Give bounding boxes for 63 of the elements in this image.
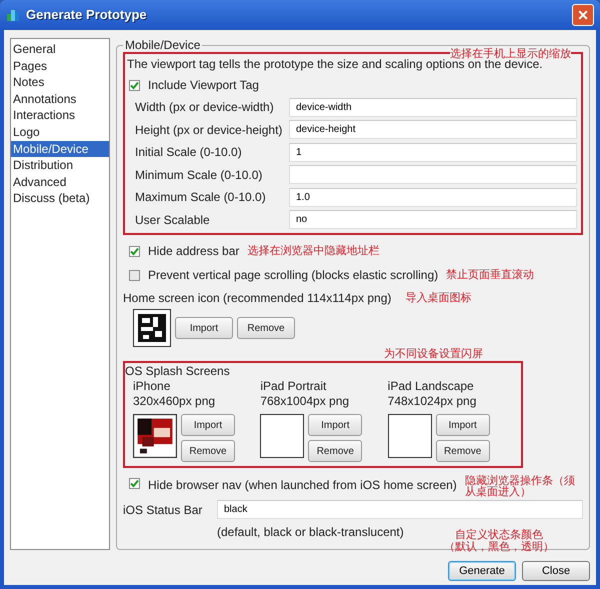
- sidebar-item[interactable]: Annotations: [11, 90, 109, 108]
- close-button[interactable]: ×: [572, 4, 594, 26]
- size-text: 768x1004px png: [260, 394, 350, 409]
- input-field[interactable]: 1: [289, 142, 577, 162]
- sidebar-item[interactable]: Interactions: [11, 107, 109, 124]
- input-field[interactable]: device-height: [289, 120, 577, 140]
- checkbox-label: Prevent vertical page scrolling (blocks elastic scrolling): [148, 267, 438, 284]
- checkbox-label: Hide address bar: [148, 243, 240, 260]
- import-button[interactable]: Import: [308, 414, 362, 436]
- sidebar-item[interactable]: Advanced: [11, 174, 109, 190]
- hint-text: (default, black or black-translucent): [217, 524, 404, 541]
- section-label: Home screen icon (recommended 114x114px png): [123, 290, 392, 307]
- input-field[interactable]: black: [217, 500, 583, 519]
- annotation-text: 为不同设备设置闪屏: [383, 347, 483, 361]
- close-button[interactable]: Close: [522, 561, 590, 581]
- field-label: Minimum Scale (0-10.0): [134, 166, 264, 184]
- device-name: iPad Portrait: [260, 379, 328, 394]
- app-icon: [6, 8, 20, 22]
- sidebar-item[interactable]: Discuss (beta): [11, 190, 109, 207]
- field-label: Maximum Scale (0-10.0): [134, 189, 267, 206]
- window-title: Generate Prototype: [26, 6, 147, 24]
- remove-button[interactable]: Remove: [237, 317, 295, 339]
- input-field[interactable]: device-width: [289, 98, 577, 117]
- sidebar-item[interactable]: Distribution: [11, 157, 109, 174]
- checkbox[interactable]: [129, 270, 140, 280]
- field-label: Height (px or device-height): [134, 122, 284, 139]
- field-label: Width (px or device-width): [134, 99, 275, 116]
- group-title: Mobile/Device: [123, 38, 202, 52]
- description-text: The viewport tag tells the prototype the size and scaling options on the device.: [127, 57, 543, 73]
- field-label: User Scalable: [134, 212, 211, 229]
- checkbox[interactable]: [129, 80, 140, 90]
- input-field[interactable]: 1.0: [289, 188, 577, 207]
- field-label: iOS Status Bar: [123, 502, 204, 518]
- remove-button[interactable]: Remove: [436, 440, 490, 462]
- remove-button[interactable]: Remove: [308, 440, 362, 462]
- sidebar-item[interactable]: Logo: [11, 124, 109, 141]
- annotation-text: 禁止页面垂直滚动: [446, 268, 534, 283]
- device-name: iPhone: [133, 379, 172, 394]
- sidebar-item[interactable]: Notes: [11, 74, 109, 91]
- import-button[interactable]: Import: [175, 317, 233, 339]
- input-field[interactable]: no: [289, 210, 577, 230]
- annotation-text: 自定义状态条颜色 （默认，黑色，透明）: [444, 529, 554, 553]
- device-name: iPad Landscape: [388, 379, 475, 394]
- sidebar-item[interactable]: Mobile/Device: [11, 140, 109, 158]
- remove-button[interactable]: Remove: [181, 440, 235, 462]
- sidebar-item[interactable]: Pages: [11, 58, 109, 74]
- size-text: 748x1024px png: [388, 394, 478, 409]
- annotation-text: 隐藏浏览器操作条（须从桌面进入）: [464, 476, 576, 498]
- size-text: 320x460px png: [133, 394, 216, 409]
- import-button[interactable]: Import: [436, 414, 490, 436]
- annotation-text: 选择在手机上显示的缩放: [450, 48, 571, 60]
- checkbox-label: Hide browser nav (when launched from iOS home screen): [148, 477, 457, 494]
- section-title: OS Splash Screens: [125, 363, 231, 379]
- checkbox[interactable]: [129, 246, 140, 256]
- input-field[interactable]: [289, 165, 577, 184]
- checkbox[interactable]: [129, 478, 140, 489]
- generate-button[interactable]: Generate: [448, 561, 516, 581]
- annotation-text: 选择在浏览器中隐藏地址栏: [247, 244, 380, 259]
- import-button[interactable]: Import: [181, 414, 235, 436]
- field-label: Initial Scale (0-10.0): [134, 144, 243, 162]
- annotation-text: 导入桌面图标: [405, 290, 472, 306]
- sidebar-item[interactable]: General: [11, 41, 109, 58]
- checkbox-label: Include Viewport Tag: [148, 77, 259, 94]
